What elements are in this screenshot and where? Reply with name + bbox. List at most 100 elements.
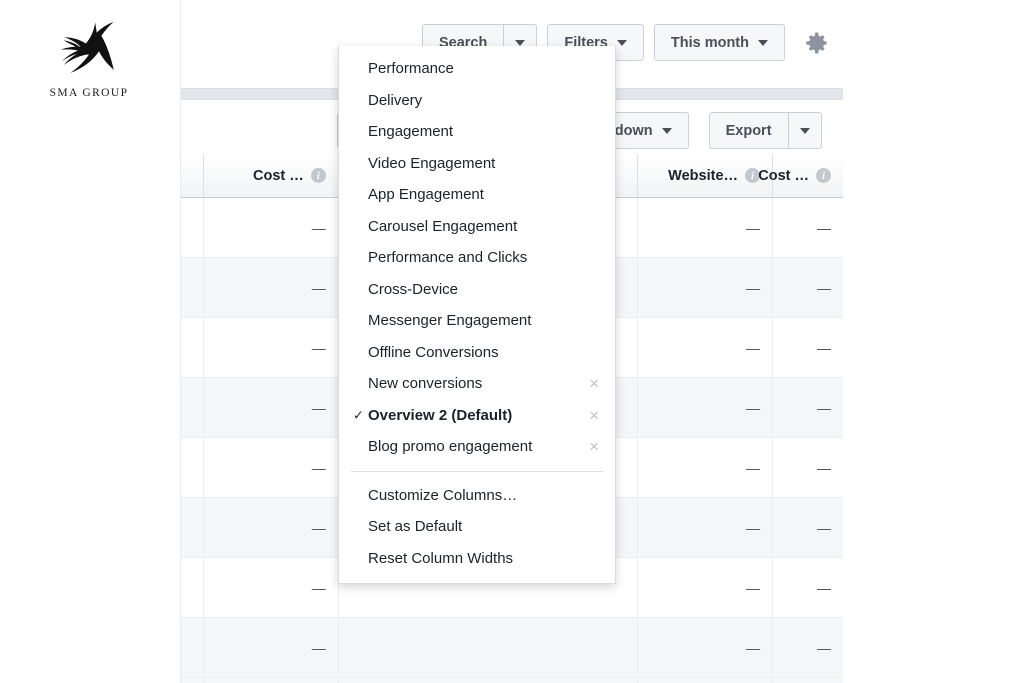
close-icon[interactable]: × — [589, 375, 599, 392]
table-header-cell[interactable]: Cost … i — [758, 154, 843, 197]
table-cell: — — [638, 258, 774, 317]
columns-menu-action-label: Reset Column Widths — [368, 549, 514, 567]
table-cell: — — [817, 219, 831, 236]
table-cell — [181, 498, 204, 557]
columns-menu-item[interactable]: Carousel Engagement — [339, 211, 615, 243]
columns-menu-item[interactable]: Video Engagement — [339, 148, 615, 180]
table-cell: — — [638, 618, 774, 677]
table-cell: — — [204, 258, 339, 317]
chevron-down-icon — [758, 39, 768, 46]
columns-menu-item-label: New conversions — [368, 375, 483, 393]
columns-action-list: Customize Columns… Set as Default Reset Co… — [339, 480, 615, 575]
export-button[interactable]: Export — [708, 112, 788, 149]
close-icon[interactable]: × — [589, 438, 599, 455]
table-cell: — — [204, 378, 339, 437]
table-header-label: Cost … — [758, 167, 810, 184]
table-cell: — — [817, 519, 831, 536]
table-cell: — — [638, 498, 774, 557]
screenshot-root: SMA GROUP Search Filters This month Expo… — [0, 0, 1024, 683]
table-total-cell: €0.9 — [773, 678, 843, 683]
info-icon[interactable]: i — [310, 168, 326, 183]
table-cell — [181, 618, 204, 677]
date-range-label: This month — [670, 34, 749, 51]
table-row[interactable]: — — — — [181, 618, 843, 678]
chevron-down-icon — [515, 39, 526, 46]
columns-menu-action[interactable]: Set as Default — [339, 511, 615, 543]
table-total-cell — [339, 678, 639, 683]
columns-menu-item-label: Performance and Clicks — [368, 249, 528, 267]
chevron-down-icon — [799, 127, 810, 134]
columns-menu-item-label: Performance — [368, 60, 454, 78]
columns-dropdown-menu[interactable]: Performance Delivery Engagement Video Engag… — [338, 46, 616, 584]
table-cell: — — [817, 459, 831, 476]
columns-menu-item-label: Overview 2 (Default) — [368, 406, 513, 424]
columns-menu-item[interactable]: App Engagement — [339, 179, 615, 211]
table-cell: — — [204, 318, 339, 377]
brand-logo-text: SMA GROUP — [49, 87, 129, 99]
table-cell: — — [817, 339, 831, 356]
app-frame: Search Filters This month Export Cost … … — [180, 0, 843, 683]
export-button-label: Export — [725, 122, 772, 139]
table-cell: — — [638, 558, 774, 617]
columns-menu-item[interactable]: ✓ Overview 2 (Default) × — [339, 400, 615, 432]
columns-menu-item[interactable]: Engagement — [339, 116, 615, 148]
table-cell: — — [817, 579, 831, 596]
menu-divider — [351, 470, 603, 472]
columns-menu-item[interactable]: Performance — [339, 53, 615, 85]
columns-menu-item[interactable]: Performance and Clicks — [339, 242, 615, 274]
table-cell: — — [204, 498, 339, 557]
columns-menu-item[interactable]: Delivery — [339, 85, 615, 117]
table-cell — [181, 198, 204, 257]
table-cell: — — [817, 639, 831, 656]
settings-button[interactable] — [799, 26, 833, 60]
gear-icon — [806, 32, 827, 53]
table-cell — [181, 378, 204, 437]
table-cell: — — [817, 279, 831, 296]
sma-group-bird-icon — [61, 21, 114, 73]
table-cell: — — [638, 198, 774, 257]
columns-preset-list: Performance Delivery Engagement Video Engag… — [339, 53, 615, 463]
chevron-down-icon — [661, 127, 672, 134]
table-header-cell[interactable]: Cost … i — [204, 154, 339, 197]
brand-logo: SMA GROUP — [14, 10, 164, 110]
columns-menu-item[interactable]: New conversions × — [339, 368, 615, 400]
table-total-cell: €0.65 — [204, 678, 339, 683]
date-range-button[interactable]: This month — [653, 24, 785, 61]
table-total-row[interactable]: €0.65 270€0.9 — [181, 678, 843, 683]
columns-menu-item[interactable]: Messenger Engagement — [339, 305, 615, 337]
columns-menu-item-label: Offline Conversions — [368, 343, 499, 361]
table-total-cell — [181, 678, 204, 683]
table-header-cell[interactable] — [181, 154, 204, 197]
columns-menu-item-label: Cross-Device — [368, 280, 459, 298]
columns-menu-action[interactable]: Customize Columns… — [339, 480, 615, 512]
table-cell: — — [638, 378, 774, 437]
export-dropdown-toggle[interactable] — [787, 112, 822, 149]
table-header-label: Website… — [668, 167, 739, 184]
columns-menu-item[interactable]: Blog promo engagement × — [339, 431, 615, 463]
columns-menu-item-label: Messenger Engagement — [368, 312, 532, 330]
table-cell: — — [638, 438, 774, 497]
export-button-group[interactable]: Export — [708, 112, 822, 149]
table-cell — [181, 318, 204, 377]
table-cell — [181, 558, 204, 617]
columns-menu-action-label: Customize Columns… — [368, 486, 518, 504]
columns-menu-action[interactable]: Reset Column Widths — [339, 543, 615, 575]
columns-menu-item-label: Delivery — [368, 91, 423, 109]
table-total-cell: 270 — [638, 678, 774, 683]
check-icon: ✓ — [353, 407, 364, 423]
close-icon[interactable]: × — [589, 407, 599, 424]
table-cell: — — [204, 558, 339, 617]
table-cell: — — [204, 618, 339, 677]
columns-menu-item-label: App Engagement — [368, 186, 484, 204]
table-header-cell[interactable]: Website… i — [638, 154, 774, 197]
info-icon[interactable]: i — [816, 168, 832, 183]
columns-menu-item[interactable]: Cross-Device — [339, 274, 615, 306]
table-cell: — — [638, 318, 774, 377]
table-cell: — — [204, 438, 339, 497]
table-cell — [339, 618, 639, 677]
columns-menu-item-label: Carousel Engagement — [368, 217, 518, 235]
columns-menu-item[interactable]: Offline Conversions — [339, 337, 615, 369]
table-cell: — — [204, 198, 339, 257]
columns-menu-item-label: Engagement — [368, 123, 454, 141]
table-cell — [181, 438, 204, 497]
